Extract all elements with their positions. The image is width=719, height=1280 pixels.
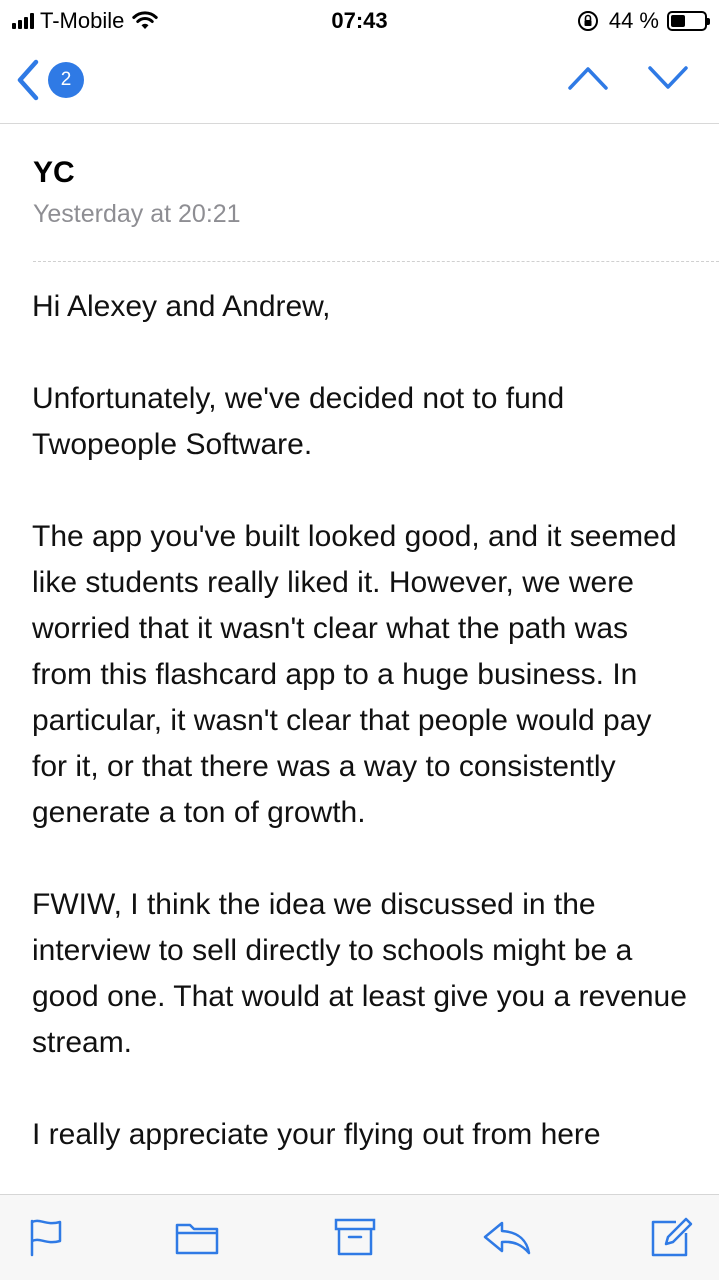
sender-name[interactable]: YC	[33, 156, 75, 190]
battery-level	[671, 15, 686, 27]
body-paragraph: FWIW, I think the idea we discussed in t…	[32, 888, 687, 1059]
header-divider	[33, 261, 719, 262]
chevron-down-icon[interactable]	[647, 64, 689, 92]
message-body: Hi Alexey and Andrew, Unfortunately, we'…	[32, 284, 692, 1194]
unread-count-badge: 2	[48, 62, 84, 98]
body-paragraph: The app you've built looked good, and it…	[32, 520, 677, 829]
flag-icon[interactable]	[28, 1217, 64, 1257]
body-paragraph-greeting: Hi Alexey and Andrew,	[32, 290, 331, 323]
status-bar: T-Mobile 07:43 44 %	[0, 0, 719, 40]
chevron-left-icon	[17, 59, 39, 101]
back-button[interactable]: 2	[14, 58, 84, 102]
battery-icon	[667, 11, 710, 31]
message-date: Yesterday at 20:21	[33, 200, 241, 228]
body-paragraph: I really appreciate your flying out from…	[32, 1118, 601, 1151]
compose-icon[interactable]	[650, 1217, 694, 1259]
navigation-bar: 2	[0, 40, 719, 124]
archive-icon[interactable]	[333, 1217, 377, 1257]
rotation-lock-icon	[577, 11, 598, 31]
status-right: 44 %	[577, 8, 710, 34]
chevron-up-icon[interactable]	[567, 64, 609, 92]
reply-icon[interactable]	[482, 1217, 532, 1257]
folder-icon[interactable]	[174, 1217, 220, 1257]
message-navigation	[567, 64, 689, 92]
body-paragraph: Unfortunately, we've decided not to fund…	[32, 382, 565, 461]
bottom-toolbar	[0, 1194, 719, 1280]
battery-percentage: 44 %	[608, 8, 659, 33]
